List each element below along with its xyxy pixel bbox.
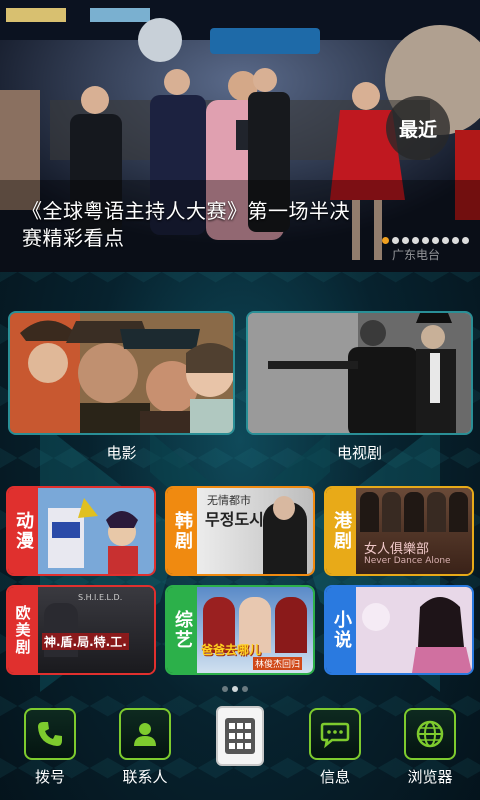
dock-item-contacts[interactable]: 联系人 [110, 708, 180, 787]
dock-label-contacts: 联系人 [122, 768, 168, 786]
phone-icon[interactable] [24, 708, 76, 760]
western-drama-art: S.H.I.E.L.D. 神.盾.局.特.工. [38, 587, 154, 673]
variety-subtitle: 林俊杰回归 [253, 657, 303, 670]
slide-dot [402, 237, 409, 244]
western-drama-tag: 欧美剧 [8, 587, 38, 673]
variety-title: 爸爸去哪儿 [201, 643, 262, 657]
slide-dot-active [382, 237, 389, 244]
movie-card[interactable] [8, 311, 235, 435]
dock-item-dialer[interactable]: 拨号 [15, 708, 85, 787]
variety-show-card[interactable]: 综艺 爸爸去哪儿 林俊杰回归 [165, 585, 315, 675]
page-dot [222, 686, 228, 692]
app-drawer-button[interactable] [216, 706, 264, 766]
novel-card[interactable]: 小说 [324, 585, 474, 675]
browser-icon[interactable] [404, 708, 456, 760]
anime-card[interactable]: 动漫 [6, 486, 156, 576]
dock-item-apps[interactable]: 信息 [300, 708, 370, 787]
banner-caption: 《全球粤语主持人大赛》第一场半决赛精彩看点 [22, 199, 350, 250]
hk-drama-subtitle: Never Dance Alone [364, 556, 451, 566]
page-dot-active [232, 686, 238, 692]
banner-watermark: 广东电台 [392, 248, 441, 262]
shield-title: 神.盾.局.特.工. [42, 633, 129, 650]
message-icon[interactable] [309, 708, 361, 760]
korean-drama-tag: 韩剧 [167, 488, 197, 574]
hk-drama-card[interactable]: 港剧 女人俱樂部 Never Dance Alone [324, 486, 474, 576]
slide-dot [452, 237, 459, 244]
dock-label-dialer: 拨号 [34, 768, 65, 786]
anime-tag: 动漫 [8, 488, 38, 574]
slide-dot [392, 237, 399, 244]
dock-label-browser: 浏览器 [407, 768, 453, 786]
dock-item-browser[interactable]: 浏览器 [395, 708, 465, 787]
featured-banner[interactable]: 《全球粤语主持人大赛》第一场半决赛精彩看点 最近 广东电台 [0, 0, 480, 272]
hk-drama-art: 女人俱樂部 Never Dance Alone [356, 488, 472, 574]
page-dot [242, 686, 248, 692]
slide-dot [462, 237, 469, 244]
slide-dot [412, 237, 419, 244]
home-screen: 《全球粤语主持人大赛》第一场半决赛精彩看点 最近 广东电台 电影 电视剧 动漫 … [0, 0, 480, 800]
page-indicator [222, 686, 248, 692]
korean-drama-art: 无情都市 무정도시 [197, 488, 313, 574]
movie-label[interactable]: 电影 [8, 442, 235, 463]
slide-dot [432, 237, 439, 244]
anime-art [38, 488, 154, 574]
shield-subtitle: S.H.I.E.L.D. [78, 593, 123, 602]
novel-art [356, 587, 472, 673]
western-drama-card[interactable]: 欧美剧 S.H.I.E.L.D. 神.盾.局.特.工. [6, 585, 156, 675]
recent-button[interactable]: 最近 [386, 96, 450, 160]
korean-drama-actor-face [273, 496, 295, 520]
slide-dot [422, 237, 429, 244]
novel-tag: 小说 [326, 587, 356, 673]
korean-drama-title: 무정도시 [205, 510, 264, 529]
hk-drama-tag: 港剧 [326, 488, 356, 574]
movie-poster [10, 313, 233, 433]
tv-series-poster [248, 313, 471, 433]
variety-show-art: 爸爸去哪儿 林俊杰回归 [197, 587, 313, 673]
slide-dot [442, 237, 449, 244]
variety-show-tag: 综艺 [167, 587, 197, 673]
slide-indicator [382, 237, 469, 244]
hk-drama-cast [360, 492, 469, 532]
tv-series-card[interactable] [246, 311, 473, 435]
dock-label-messages: 信息 [319, 768, 350, 786]
app-grid-icon [225, 718, 255, 754]
contacts-icon[interactable] [119, 708, 171, 760]
hk-drama-title: 女人俱樂部 [364, 542, 430, 557]
korean-drama-card[interactable]: 韩剧 无情都市 무정도시 [165, 486, 315, 576]
tv-series-label[interactable]: 电视剧 [246, 442, 473, 463]
